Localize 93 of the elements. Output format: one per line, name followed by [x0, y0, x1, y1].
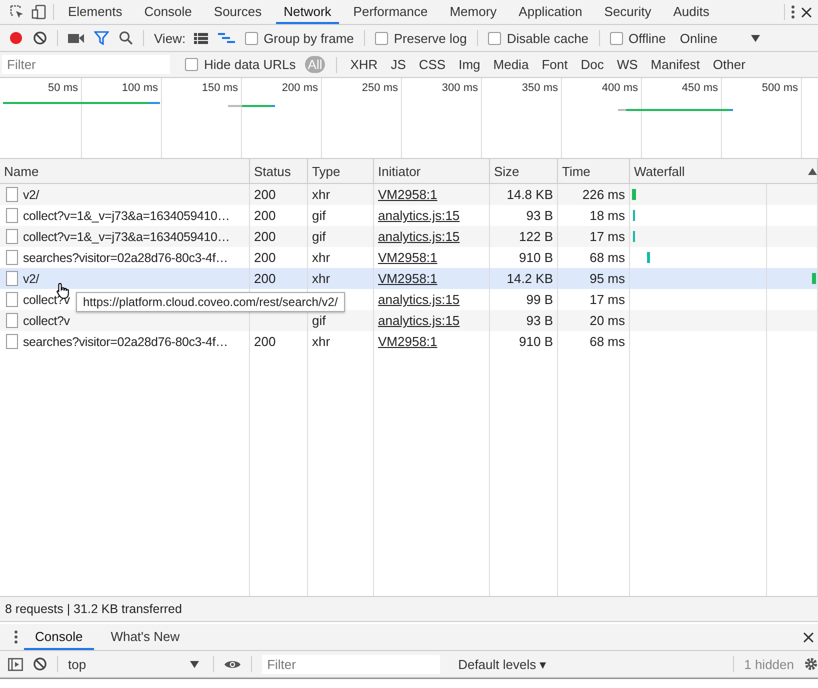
status-code: 200 — [254, 334, 276, 349]
option-checkbox[interactable]: Disable cache — [488, 30, 589, 46]
column-header[interactable]: Status — [250, 159, 308, 183]
size-value: 93 B — [526, 208, 553, 223]
time-tick: 300 ms — [442, 82, 478, 94]
initiator-link[interactable]: VM2958:1 — [378, 334, 438, 349]
request-name[interactable]: collect?v=1&_v=j73&a=1634059410… — [23, 230, 230, 244]
column-header[interactable]: Initiator — [374, 159, 490, 183]
request-name[interactable]: searches?visitor=02a28d76-80c3-4f… — [23, 250, 228, 264]
time-tick: 500 ms — [762, 82, 798, 94]
time-tick: 400 ms — [602, 82, 638, 94]
time-tick: 450 ms — [682, 82, 718, 94]
type-filter[interactable]: Font — [540, 56, 570, 73]
time-value: 17 ms — [590, 229, 625, 244]
context-dropdown[interactable]: top — [68, 656, 204, 672]
column-header[interactable]: Name — [0, 159, 250, 183]
status-code: 200 — [254, 208, 276, 223]
status-code: 200 — [254, 229, 276, 244]
initiator-link[interactable]: VM2958:1 — [378, 187, 438, 202]
console-filter-field[interactable]: Filter — [262, 654, 440, 674]
panel-tab[interactable]: Security — [596, 0, 660, 24]
size-value: 910 B — [519, 334, 553, 349]
option-checkbox[interactable]: Offline — [610, 30, 666, 46]
initiator-link[interactable]: VM2958:1 — [378, 250, 438, 265]
option-checkbox[interactable]: Group by frame — [244, 30, 354, 46]
panel-tab[interactable]: Audits — [665, 0, 718, 24]
column-header[interactable]: Time — [558, 159, 630, 183]
type-filter[interactable]: XHR — [348, 56, 380, 73]
request-name[interactable]: v2/ — [23, 272, 40, 286]
panel-tab[interactable]: Sources — [206, 0, 270, 24]
size-value: 93 B — [526, 313, 553, 328]
column-header[interactable]: Size — [490, 159, 558, 183]
size-value: 99 B — [526, 292, 553, 307]
type-filter[interactable]: Media — [491, 56, 531, 73]
throttling-dropdown[interactable]: Online — [676, 30, 764, 46]
initiator-link[interactable]: analytics.js:15 — [378, 208, 460, 223]
panel-tab[interactable]: Console — [136, 0, 200, 24]
view-label: View: — [154, 30, 186, 46]
type-filter[interactable]: Other — [710, 56, 748, 73]
panel-tab[interactable]: Elements — [60, 0, 130, 24]
filter-field[interactable]: Filter — [2, 55, 170, 74]
initiator-link[interactable]: VM2958:1 — [378, 271, 438, 286]
status-code: 200 — [254, 271, 276, 286]
option-checkbox[interactable]: Preserve log — [374, 30, 467, 46]
status-code: 200 — [254, 250, 276, 265]
time-tick: 250 ms — [362, 82, 398, 94]
type-filter[interactable]: Manifest — [648, 56, 702, 73]
request-name[interactable]: searches?visitor=02a28d76-80c3-4f… — [23, 334, 228, 348]
hide-data-urls-checkbox[interactable]: Hide data URLs — [185, 57, 296, 72]
initiator-link[interactable]: analytics.js:15 — [378, 292, 460, 307]
status-code: 200 — [254, 187, 276, 202]
size-value: 14.8 KB — [506, 187, 553, 202]
type-filter[interactable]: CSS — [416, 56, 448, 73]
time-value: 17 ms — [590, 292, 625, 307]
time-value: 68 ms — [590, 334, 625, 349]
time-value: 226 ms — [582, 187, 625, 202]
type-filter[interactable]: Doc — [578, 56, 606, 73]
request-type: gif — [312, 229, 326, 244]
column-header[interactable]: Type — [308, 159, 374, 183]
time-tick: 150 ms — [202, 82, 238, 94]
type-filter[interactable]: JS — [388, 56, 408, 73]
panel-tab[interactable]: Memory — [442, 0, 505, 24]
url-tooltip: https://platform.cloud.coveo.com/rest/search/v2/ — [76, 292, 345, 312]
request-type: xhr — [312, 334, 330, 349]
time-value: 20 ms — [590, 313, 625, 328]
drawer-tab[interactable]: What's New — [100, 624, 191, 650]
time-tick: 350 ms — [522, 82, 558, 94]
size-value: 910 B — [519, 250, 553, 265]
request-name[interactable]: collect?v=1&_v=j73&a=1634059410… — [23, 208, 230, 222]
size-value: 14.2 KB — [506, 271, 553, 286]
hidden-count: 1 hidden — [744, 656, 794, 672]
time-tick: 200 ms — [282, 82, 318, 94]
status-text: 8 requests | 31.2 KB transferred — [0, 596, 818, 622]
time-tick: 50 ms — [48, 82, 78, 94]
time-tick: 100 ms — [122, 82, 158, 94]
initiator-link[interactable]: analytics.js:15 — [378, 313, 460, 328]
request-type: xhr — [312, 187, 330, 202]
time-value: 18 ms — [590, 208, 625, 223]
size-value: 122 B — [519, 229, 553, 244]
type-filter[interactable]: WS — [614, 56, 640, 73]
request-type: xhr — [312, 250, 330, 265]
panel-tab[interactable]: Application — [510, 0, 590, 24]
time-value: 95 ms — [590, 271, 625, 286]
initiator-link[interactable]: analytics.js:15 — [378, 229, 460, 244]
request-type: xhr — [312, 271, 330, 286]
request-name[interactable]: collect?v — [23, 314, 70, 328]
levels-dropdown[interactable]: Default levels ▾ — [452, 656, 553, 672]
panel-tab[interactable]: Performance — [345, 0, 436, 24]
request-type: gif — [312, 313, 326, 328]
type-filter[interactable]: Img — [456, 56, 482, 73]
time-value: 68 ms — [590, 250, 625, 265]
request-name[interactable]: v2/ — [23, 188, 40, 202]
request-type: gif — [312, 208, 326, 223]
